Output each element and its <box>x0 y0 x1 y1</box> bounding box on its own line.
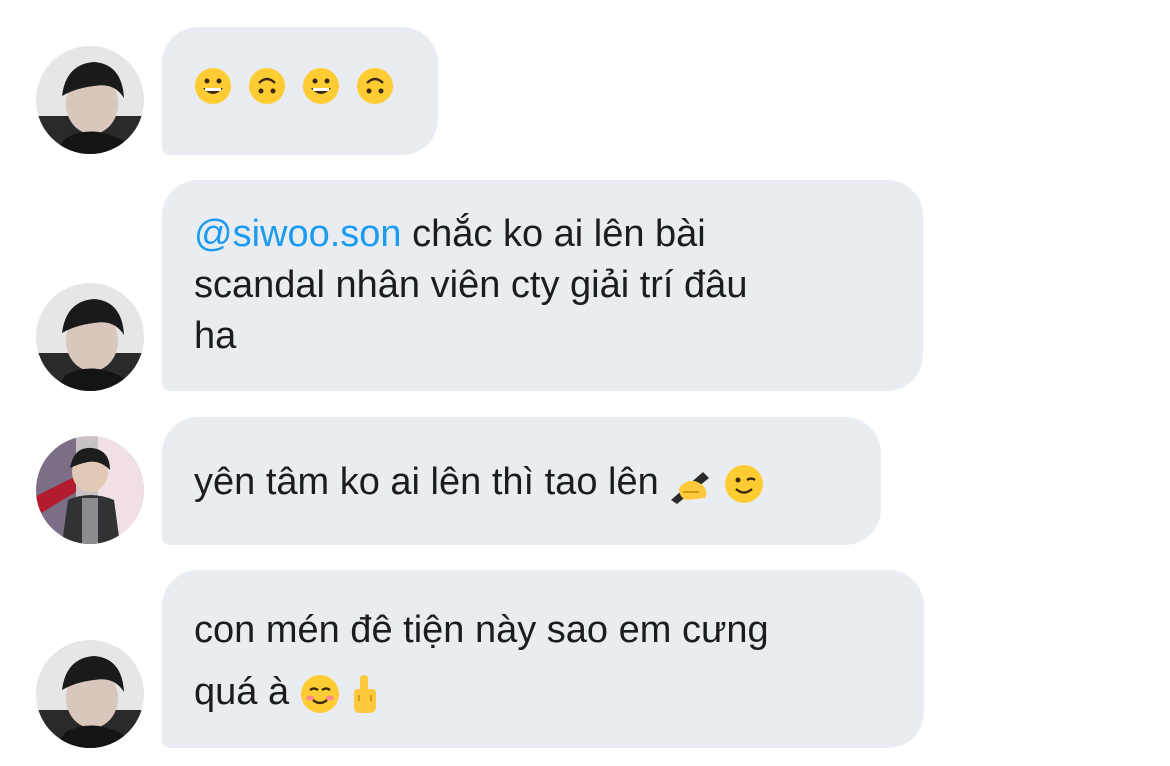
avatar-dark-image <box>36 46 144 154</box>
avatar-dark-image <box>36 283 144 391</box>
sender-avatar[interactable] <box>36 436 144 544</box>
mention-link[interactable]: @siwoo.son <box>194 213 402 255</box>
avatar-dark-image <box>36 640 144 748</box>
message-bubble[interactable]: @siwoo.son chắc ko ai lên bài scandal nh… <box>162 180 923 391</box>
grinning-face-icon <box>302 67 340 105</box>
message-bubble[interactable]: con mén đê tiện này sao em cưng quá à <box>162 570 924 748</box>
emoji-row <box>194 67 406 105</box>
message-line: quá à <box>194 661 892 723</box>
message-bubble[interactable] <box>162 27 438 155</box>
sender-avatar[interactable] <box>36 46 144 154</box>
message-line: con mén đê tiện này sao em cưng <box>194 609 769 651</box>
sender-avatar[interactable] <box>36 640 144 748</box>
message-thread: @siwoo.son chắc ko ai lên bài scandal nh… <box>0 0 1170 766</box>
smiling-face-icon <box>300 674 340 714</box>
writing-hand-icon <box>669 464 713 504</box>
avatar-award-image <box>36 436 144 544</box>
message-line: yên tâm ko ai lên thì tao lên <box>194 457 849 508</box>
message-line: scandal nhân viên cty giải trí đâu <box>194 264 748 306</box>
middle-finger-icon <box>350 673 378 715</box>
upside-down-face-icon <box>356 67 394 105</box>
sender-avatar[interactable] <box>36 283 144 391</box>
message-line: ha <box>194 315 237 357</box>
upside-down-face-icon <box>248 67 286 105</box>
message-bubble[interactable]: yên tâm ko ai lên thì tao lên <box>162 417 881 545</box>
grinning-face-icon <box>194 67 232 105</box>
winking-face-icon <box>724 464 764 504</box>
message-line: @siwoo.son chắc ko ai lên bài <box>194 213 706 255</box>
